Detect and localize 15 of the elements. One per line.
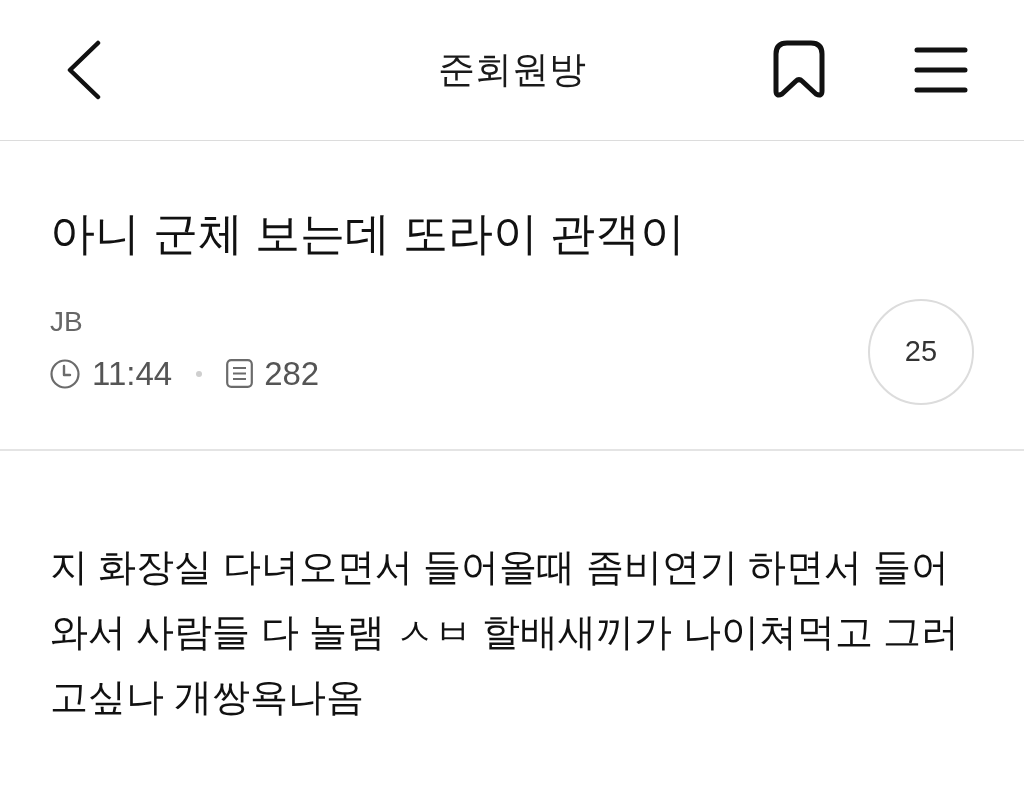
header-title: 준회원방	[438, 48, 586, 92]
bookmark-button[interactable]	[772, 40, 826, 100]
author-name: JB	[50, 304, 83, 339]
document-icon	[226, 359, 254, 388]
menu-button[interactable]	[914, 46, 968, 94]
post-title: 아니 군체 보는데 또라이 관객이	[50, 207, 685, 261]
count-badge: 25	[868, 299, 974, 405]
clock-icon	[50, 358, 80, 389]
menu-icon	[914, 46, 968, 94]
view-count: 282	[264, 354, 320, 393]
post-time: 11:44	[92, 354, 173, 393]
post-body-text: 지 화장실 다녀오면서 들어올때 좀비연기 하면서 들어와서 사람들 다 놀램 ㅅㅂ 할배새끼가 나이쳐먹고 그러고싶나 개쌍욕나옴	[50, 545, 960, 720]
bookmark-icon	[772, 40, 826, 100]
back-chevron-icon	[66, 40, 102, 100]
separator-dot-icon	[196, 370, 203, 377]
